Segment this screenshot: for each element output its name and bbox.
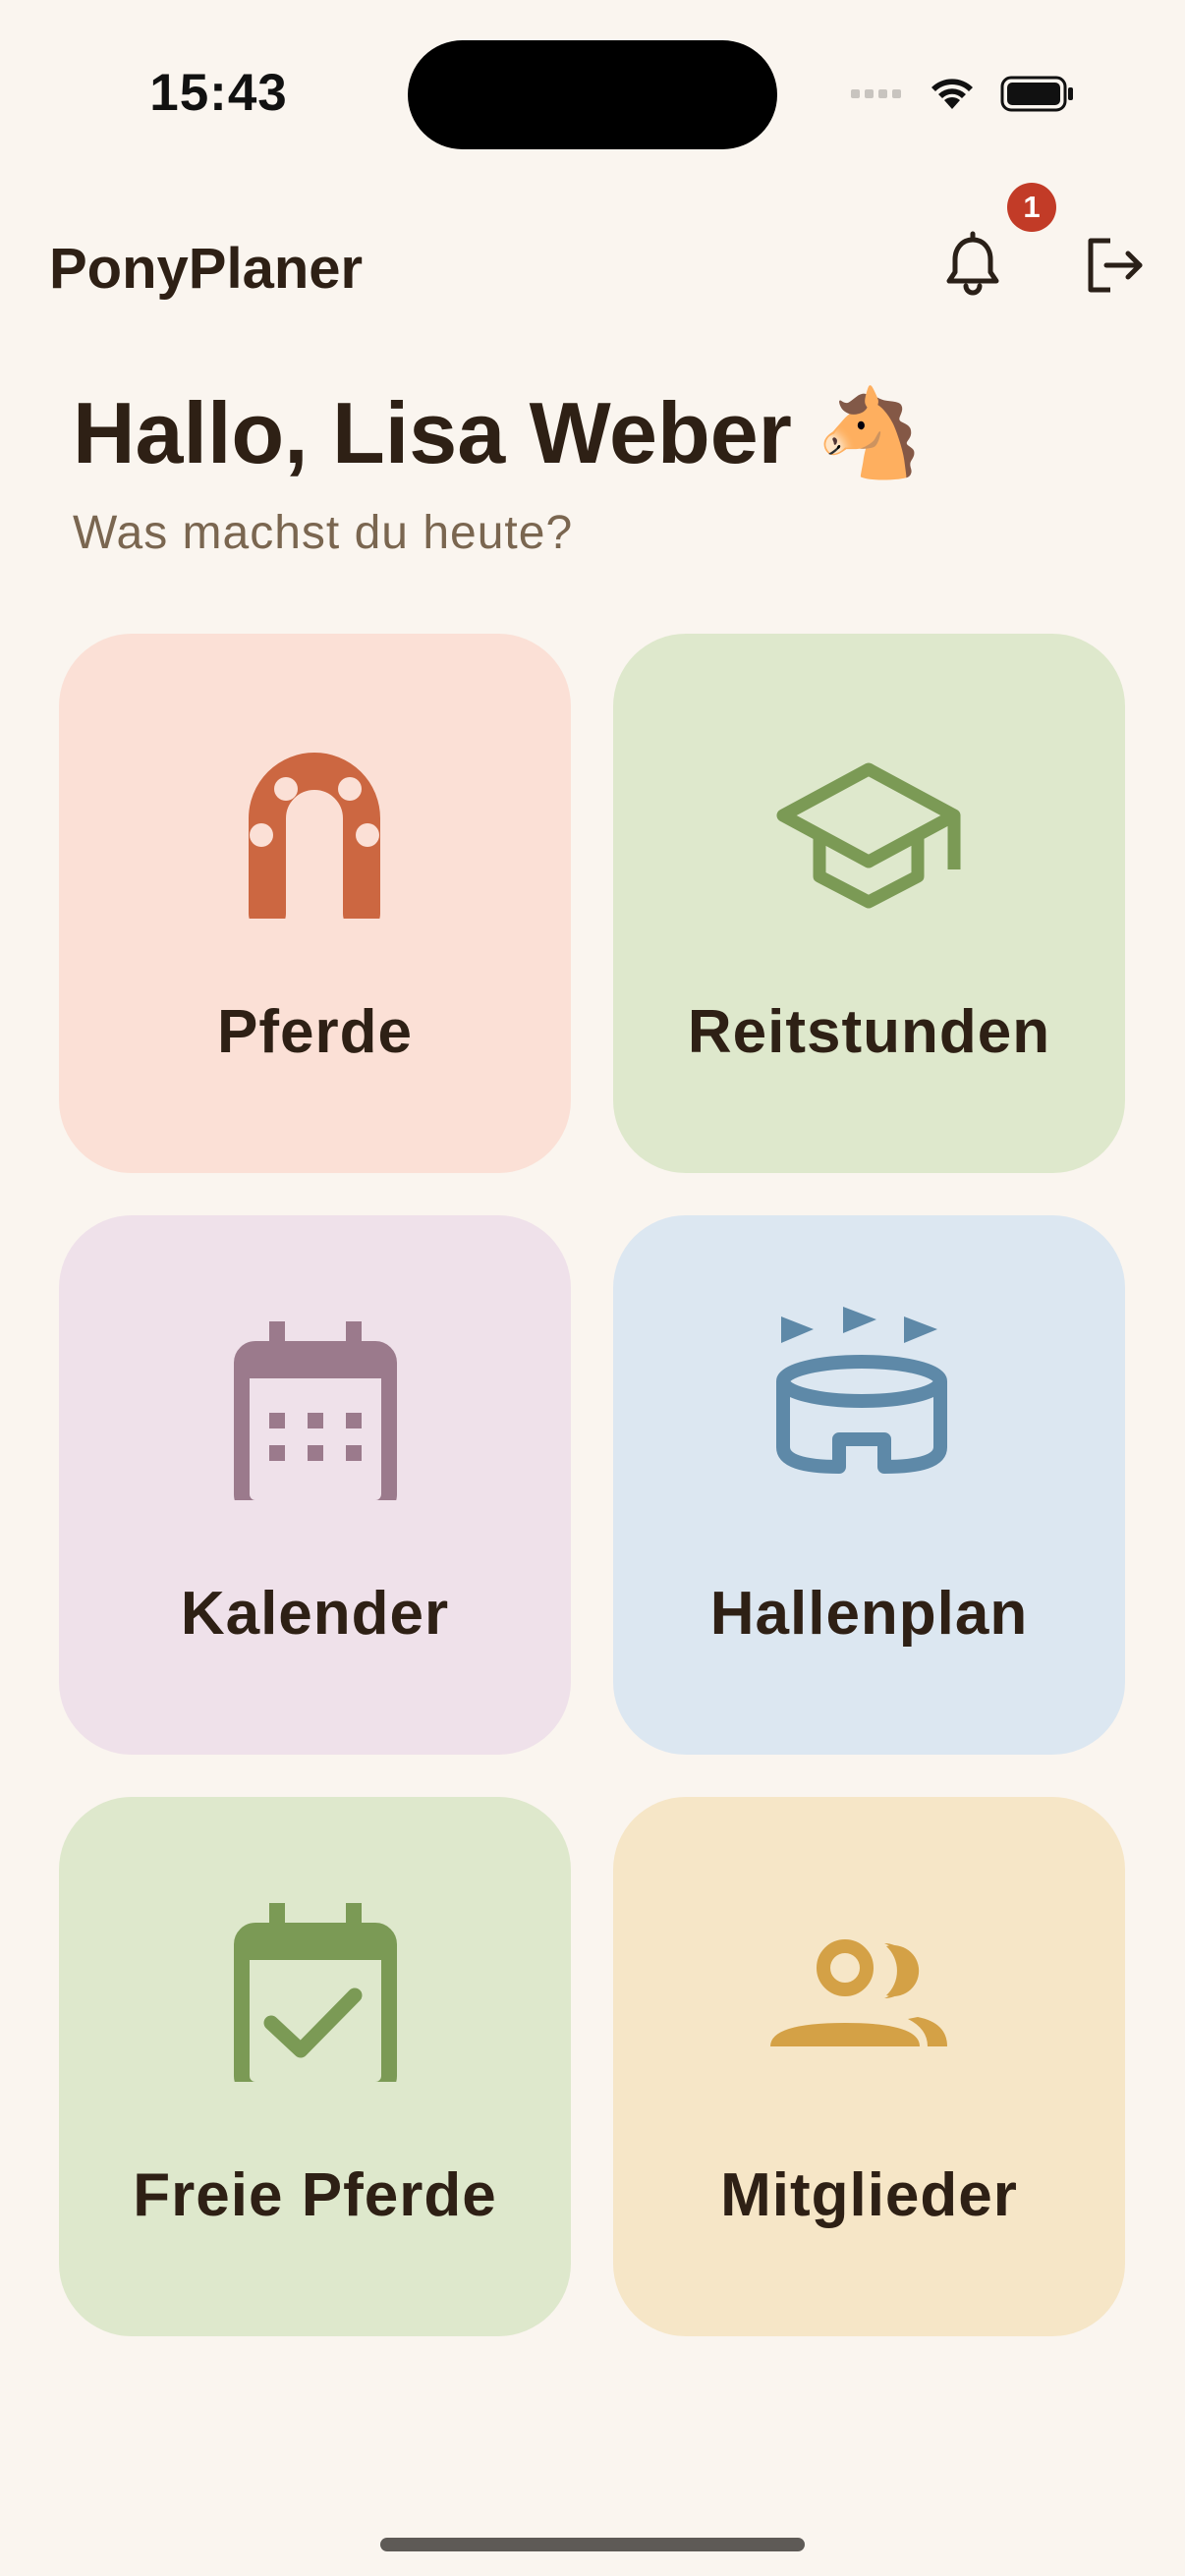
tile-label: Kalender (180, 1580, 450, 1648)
horseshoe-icon (249, 753, 380, 919)
app-title: PonyPlaner (49, 237, 364, 301)
graduation-cap-icon (776, 762, 961, 909)
dynamic-island (408, 40, 777, 149)
status-icons (851, 76, 1073, 112)
calendar-check-icon (234, 1903, 397, 2082)
tile-hallenplan[interactable]: Hallenplan (613, 1215, 1125, 1755)
tile-kalender[interactable]: Kalender (59, 1215, 571, 1755)
tile-pferde[interactable]: Pferde (59, 634, 571, 1173)
arena-icon (776, 1307, 947, 1474)
tile-label: Freie Pferde (133, 2161, 497, 2229)
wifi-icon (931, 79, 973, 109)
status-bar: 15:43 (0, 0, 1185, 187)
notification-badge: 1 (1007, 183, 1056, 232)
logout-icon (1088, 238, 1143, 293)
notifications-button[interactable] (938, 231, 1007, 300)
tile-label: Pferde (217, 998, 413, 1066)
calendar-icon (234, 1321, 397, 1500)
greeting-subtitle: Was machst du heute? (73, 507, 574, 559)
tile-label: Hallenplan (709, 1580, 1029, 1648)
tile-mitglieder[interactable]: Mitglieder (613, 1797, 1125, 2336)
cellular-signal-icon (851, 89, 901, 98)
tile-reitstunden[interactable]: Reitstunden (613, 634, 1125, 1173)
bell-icon (946, 231, 999, 296)
tile-label: Mitglieder (720, 2161, 1018, 2229)
home-indicator (380, 2538, 805, 2551)
tile-label: Reitstunden (687, 998, 1051, 1066)
logout-button[interactable] (1081, 231, 1150, 300)
members-icon (770, 1939, 947, 2046)
status-time: 15:43 (149, 64, 288, 122)
battery-icon (1000, 76, 1073, 112)
tile-freie-pferde[interactable]: Freie Pferde (59, 1797, 571, 2336)
greeting-headline: Hallo, Lisa Weber 🐴 (73, 384, 924, 481)
